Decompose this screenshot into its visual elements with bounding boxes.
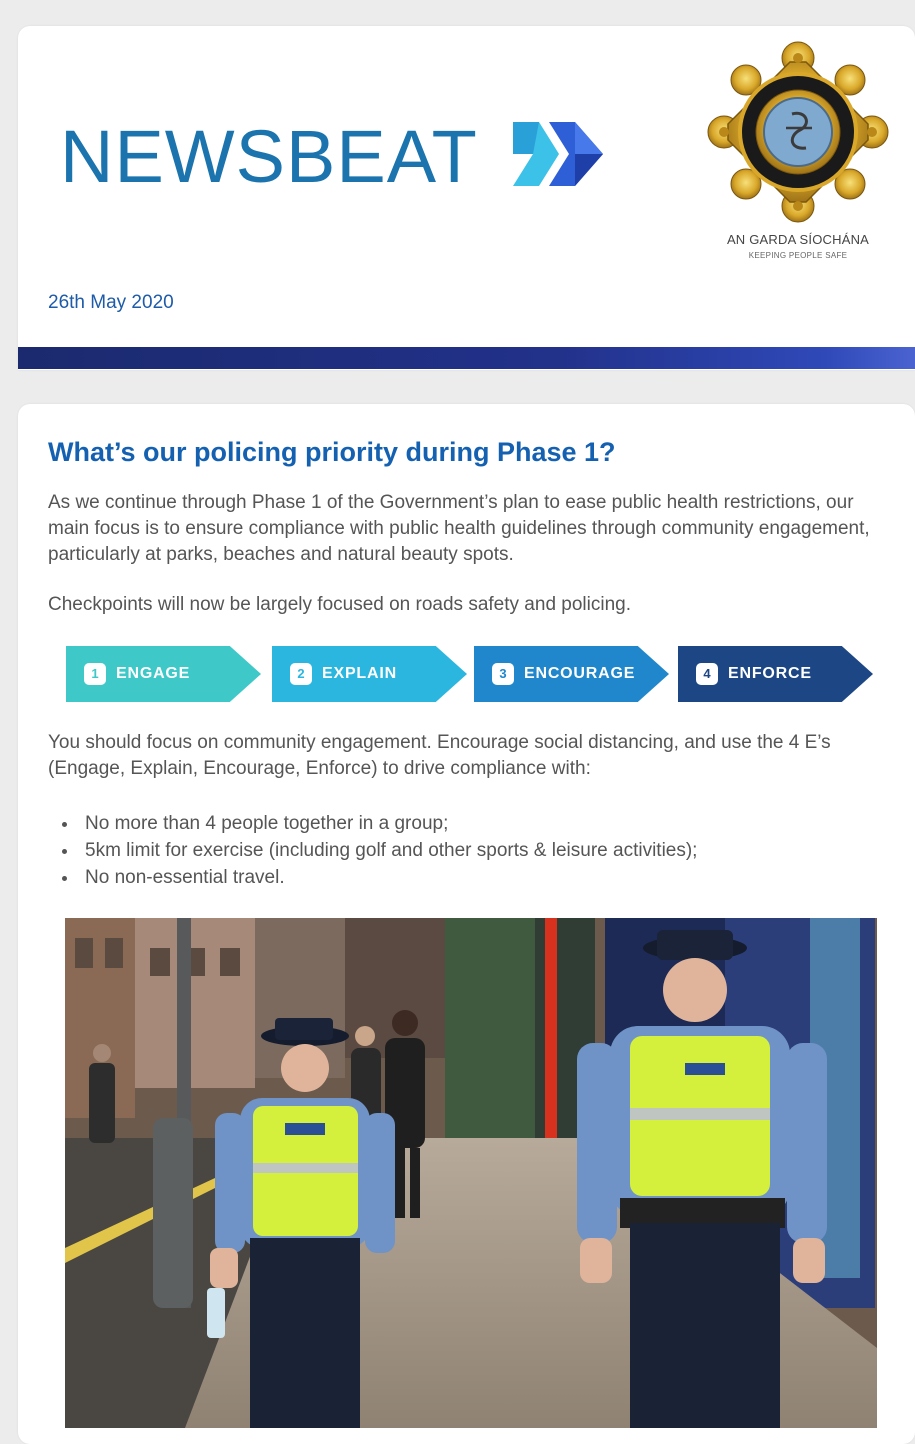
newsbeat-logo-text: NEWSBEAT	[60, 115, 478, 198]
garda-org-name: AN GARDA SÍOCHÁNA	[726, 232, 870, 247]
step-encourage: 3 ENCOURAGE	[474, 646, 669, 702]
step-explain: 2 EXPLAIN	[272, 646, 467, 702]
list-item: 5km limit for exercise (including golf a…	[48, 837, 697, 864]
issue-date: 26th May 2020	[48, 292, 174, 313]
garda-tagline: KEEPING PEOPLE SAFE	[748, 251, 848, 260]
newsbeat-arrows-icon	[513, 122, 603, 186]
step-number: 1	[84, 663, 106, 685]
step-number: 4	[696, 663, 718, 685]
step-number: 3	[492, 663, 514, 685]
article-intro-paragraph: As we continue through Phase 1 of the Go…	[48, 492, 870, 565]
step-label: ENGAGE	[116, 665, 191, 682]
checkpoints-paragraph: Checkpoints will now be largely focused …	[48, 594, 631, 615]
step-label: ENCOURAGE	[524, 665, 636, 682]
four-es-banner: 1 ENGAGE 2 EXPLAIN 3 ENCOURAGE 4 ENFORCE	[66, 646, 886, 706]
step-label: ENFORCE	[728, 665, 812, 682]
garda-patrol-photo	[65, 918, 877, 1428]
article-heading: What’s our policing priority during Phas…	[48, 437, 616, 467]
newsletter-header: NEWSBEAT AN GARDA SÍOCHÁNA KEEPING PEOPL…	[18, 26, 915, 370]
step-number: 2	[290, 663, 312, 685]
list-item: No more than 4 people together in a grou…	[48, 810, 697, 837]
garda-crest-icon	[707, 41, 889, 223]
compliance-list: No more than 4 people together in a grou…	[48, 810, 697, 891]
list-item: No non-essential travel.	[48, 864, 697, 891]
community-engagement-paragraph: You should focus on community engagement…	[48, 732, 831, 779]
step-enforce: 4 ENFORCE	[678, 646, 873, 702]
header-divider-bar	[18, 347, 915, 369]
article-card: What’s our policing priority during Phas…	[18, 404, 915, 1444]
step-engage: 1 ENGAGE	[66, 646, 261, 702]
step-label: EXPLAIN	[322, 665, 397, 682]
